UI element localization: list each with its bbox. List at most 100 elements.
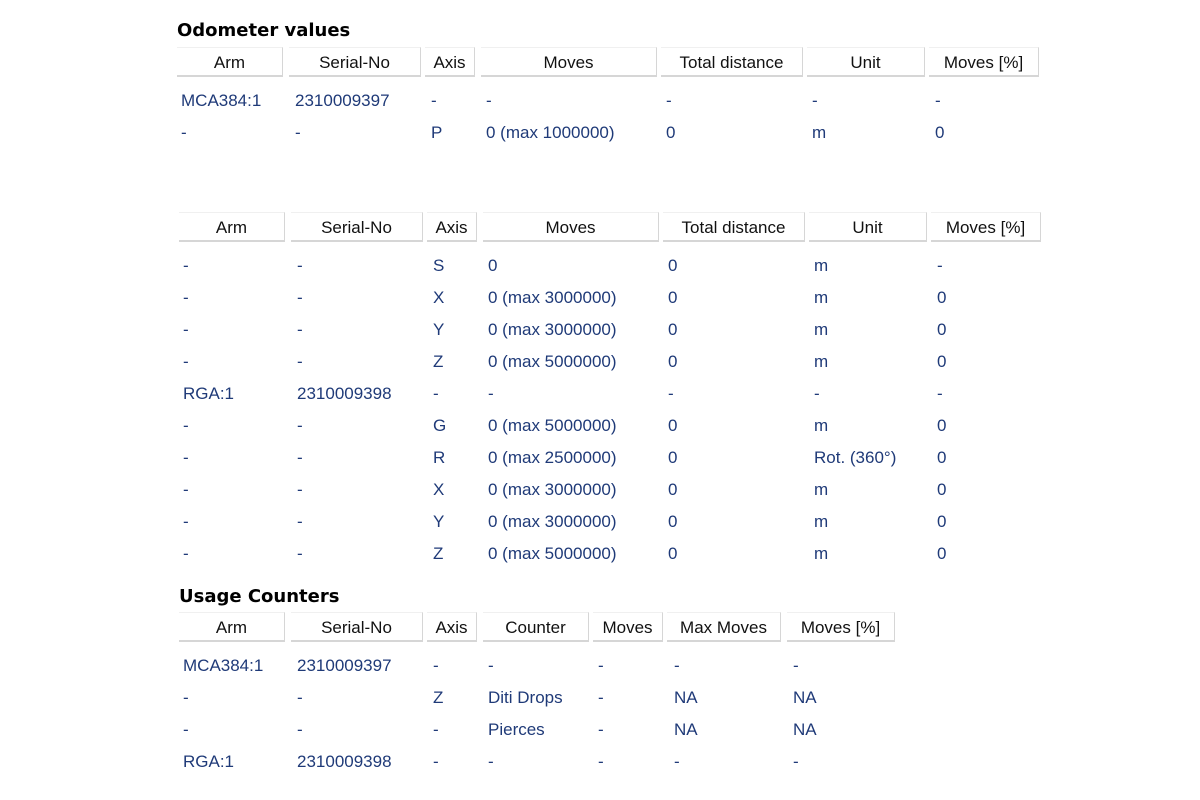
cell-arm: - — [183, 480, 189, 499]
cell-total-distance: 0 — [666, 123, 676, 142]
cell-arm: RGA:1 — [183, 384, 235, 403]
cell-axis: G — [433, 416, 447, 435]
cell-moves: 0 (max 1000000) — [486, 123, 615, 142]
cell-serial-no: - — [297, 288, 303, 307]
column-header-unit[interactable]: Unit — [809, 212, 927, 242]
cell-moves: 0 (max 5000000) — [488, 544, 617, 563]
cell-total-distance: 0 — [668, 544, 678, 563]
column-header-arm[interactable]: Arm — [179, 212, 285, 242]
cell-total-distance: 0 — [668, 288, 678, 307]
column-header-serial-no[interactable]: Serial-No — [291, 212, 423, 242]
cell-total-distance: - — [668, 384, 674, 403]
cell-moves: 0 (max 3000000) — [488, 512, 617, 531]
column-header-max-moves[interactable]: Max Moves — [667, 612, 781, 642]
cell-unit: Rot. (360°) — [814, 448, 897, 467]
column-header-moves[interactable]: Moves [%] — [787, 612, 895, 642]
cell-total-distance: 0 — [668, 448, 678, 467]
cell-arm: MCA384:1 — [183, 656, 264, 675]
column-header-axis[interactable]: Axis — [427, 612, 477, 642]
cell-axis: Z — [433, 352, 444, 371]
cell-moves: 0 (max 5000000) — [488, 352, 617, 371]
cell-moves: 0 — [937, 512, 947, 531]
cell-arm: - — [183, 320, 189, 339]
column-header-moves[interactable]: Moves [%] — [929, 47, 1039, 77]
cell-axis: Z — [433, 544, 444, 563]
cell-arm: - — [183, 288, 189, 307]
cell-serial-no: 2310009397 — [297, 656, 392, 675]
cell-arm: - — [183, 416, 189, 435]
column-header-unit[interactable]: Unit — [807, 47, 925, 77]
column-header-arm[interactable]: Arm — [177, 47, 283, 77]
cell-unit: m — [814, 544, 829, 563]
cell-axis: - — [433, 720, 439, 739]
column-header-serial-no[interactable]: Serial-No — [291, 612, 423, 642]
cell-unit: m — [814, 320, 829, 339]
cell-arm: - — [183, 512, 189, 531]
cell-moves: - — [793, 656, 799, 675]
cell-serial-no: - — [297, 416, 303, 435]
cell-moves: - — [598, 688, 604, 707]
cell-arm: - — [183, 352, 189, 371]
cell-moves: 0 (max 3000000) — [488, 320, 617, 339]
column-header-total-distance[interactable]: Total distance — [663, 212, 805, 242]
cell-total-distance: 0 — [668, 512, 678, 531]
cell-max-moves: NA — [674, 688, 698, 707]
cell-axis: P — [431, 123, 443, 142]
cell-serial-no: - — [297, 480, 303, 499]
column-header-moves[interactable]: Moves — [481, 47, 657, 77]
cell-axis: X — [433, 288, 445, 307]
cell-total-distance: 0 — [668, 256, 678, 275]
cell-moves: 0 — [935, 123, 945, 142]
cell-serial-no: - — [295, 123, 301, 142]
cell-moves: - — [598, 752, 604, 771]
cell-moves: - — [486, 91, 492, 110]
cell-axis: R — [433, 448, 446, 467]
column-header-arm[interactable]: Arm — [179, 612, 285, 642]
cell-counter: Pierces — [488, 720, 545, 739]
cell-moves: 0 — [488, 256, 498, 275]
cell-moves: - — [793, 752, 799, 771]
cell-unit: - — [814, 384, 820, 403]
cell-max-moves: NA — [674, 720, 698, 739]
cell-serial-no: - — [297, 256, 303, 275]
cell-moves: 0 (max 2500000) — [488, 448, 617, 467]
usage-counters-title: Usage Counters — [179, 586, 340, 607]
cell-total-distance: 0 — [668, 416, 678, 435]
cell-moves: - — [488, 384, 494, 403]
cell-serial-no: - — [297, 352, 303, 371]
cell-moves: 0 (max 3000000) — [488, 480, 617, 499]
column-header-axis[interactable]: Axis — [427, 212, 477, 242]
cell-moves: 0 — [937, 448, 947, 467]
column-header-counter[interactable]: Counter — [483, 612, 589, 642]
cell-total-distance: 0 — [668, 352, 678, 371]
cell-moves: - — [935, 91, 941, 110]
cell-arm: MCA384:1 — [181, 91, 262, 110]
cell-serial-no: - — [297, 544, 303, 563]
cell-axis: - — [433, 656, 439, 675]
column-header-moves[interactable]: Moves — [593, 612, 663, 642]
cell-moves: 0 — [937, 416, 947, 435]
cell-arm: - — [183, 448, 189, 467]
column-header-serial-no[interactable]: Serial-No — [289, 47, 421, 77]
cell-arm: - — [183, 256, 189, 275]
cell-total-distance: - — [666, 91, 672, 110]
cell-moves: 0 — [937, 288, 947, 307]
cell-arm: - — [183, 544, 189, 563]
cell-moves: 0 — [937, 352, 947, 371]
column-header-moves[interactable]: Moves — [483, 212, 659, 242]
cell-moves: 0 (max 5000000) — [488, 416, 617, 435]
cell-axis: Y — [433, 512, 445, 531]
cell-max-moves: - — [674, 752, 680, 771]
column-header-moves[interactable]: Moves [%] — [931, 212, 1041, 242]
cell-arm: - — [183, 688, 189, 707]
cell-axis: Z — [433, 688, 444, 707]
cell-moves: - — [937, 384, 943, 403]
column-header-total-distance[interactable]: Total distance — [661, 47, 803, 77]
column-header-axis[interactable]: Axis — [425, 47, 475, 77]
cell-moves: NA — [793, 720, 817, 739]
cell-axis: - — [433, 384, 439, 403]
cell-arm: - — [183, 720, 189, 739]
cell-unit: m — [814, 512, 829, 531]
cell-arm: RGA:1 — [183, 752, 235, 771]
cell-unit: m — [814, 352, 829, 371]
